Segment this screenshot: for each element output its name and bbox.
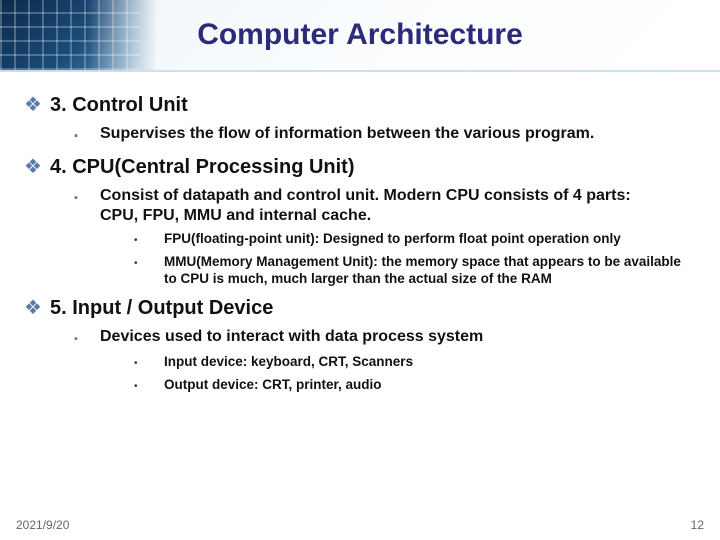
sub-item: ▪ Devices used to interact with data pro…	[74, 327, 696, 349]
section-heading-text: 5. Input / Output Device	[50, 295, 273, 321]
section-heading: ❖ 4. CPU(Central Processing Unit)	[24, 154, 696, 180]
dot-bullet-icon: •	[134, 376, 164, 395]
sub-item: ▪ Consist of datapath and control unit. …	[74, 186, 696, 226]
title-banner: Computer Architecture	[0, 0, 720, 72]
detail-item: • FPU(floating-point unit): Designed to …	[134, 230, 696, 249]
detail-item-text: FPU(floating-point unit): Designed to pe…	[164, 230, 621, 247]
square-bullet-icon: ▪	[74, 124, 100, 146]
detail-item: • Input device: keyboard, CRT, Scanners	[134, 353, 696, 372]
section-heading: ❖ 5. Input / Output Device	[24, 295, 696, 321]
sub-item-text: Devices used to interact with data proce…	[100, 327, 483, 347]
slide-content: ❖ 3. Control Unit ▪ Supervises the flow …	[0, 72, 720, 540]
dot-bullet-icon: •	[134, 253, 164, 272]
sub-item: ▪ Supervises the flow of information bet…	[74, 124, 696, 146]
section-heading: ❖ 3. Control Unit	[24, 92, 696, 118]
sub-item-text: Consist of datapath and control unit. Mo…	[100, 186, 660, 226]
diamond-bullet-icon: ❖	[24, 295, 50, 321]
square-bullet-icon: ▪	[74, 327, 100, 349]
diamond-bullet-icon: ❖	[24, 92, 50, 118]
diamond-bullet-icon: ❖	[24, 154, 50, 180]
sub-item-text: Supervises the flow of information betwe…	[100, 124, 594, 144]
square-bullet-icon: ▪	[74, 186, 100, 208]
footer-page-number: 12	[691, 518, 704, 532]
slide-title: Computer Architecture	[0, 18, 720, 52]
slide-footer: 2021/9/20 12	[0, 518, 720, 532]
detail-item: • Output device: CRT, printer, audio	[134, 376, 696, 395]
dot-bullet-icon: •	[134, 230, 164, 249]
footer-date: 2021/9/20	[16, 518, 69, 532]
detail-item-text: Output device: CRT, printer, audio	[164, 376, 382, 393]
detail-item-text: MMU(Memory Management Unit): the memory …	[164, 253, 684, 287]
dot-bullet-icon: •	[134, 353, 164, 372]
slide: Computer Architecture ❖ 3. Control Unit …	[0, 0, 720, 540]
detail-item: • MMU(Memory Management Unit): the memor…	[134, 253, 696, 287]
detail-item-text: Input device: keyboard, CRT, Scanners	[164, 353, 413, 370]
section-heading-text: 3. Control Unit	[50, 92, 188, 118]
section-heading-text: 4. CPU(Central Processing Unit)	[50, 154, 355, 180]
